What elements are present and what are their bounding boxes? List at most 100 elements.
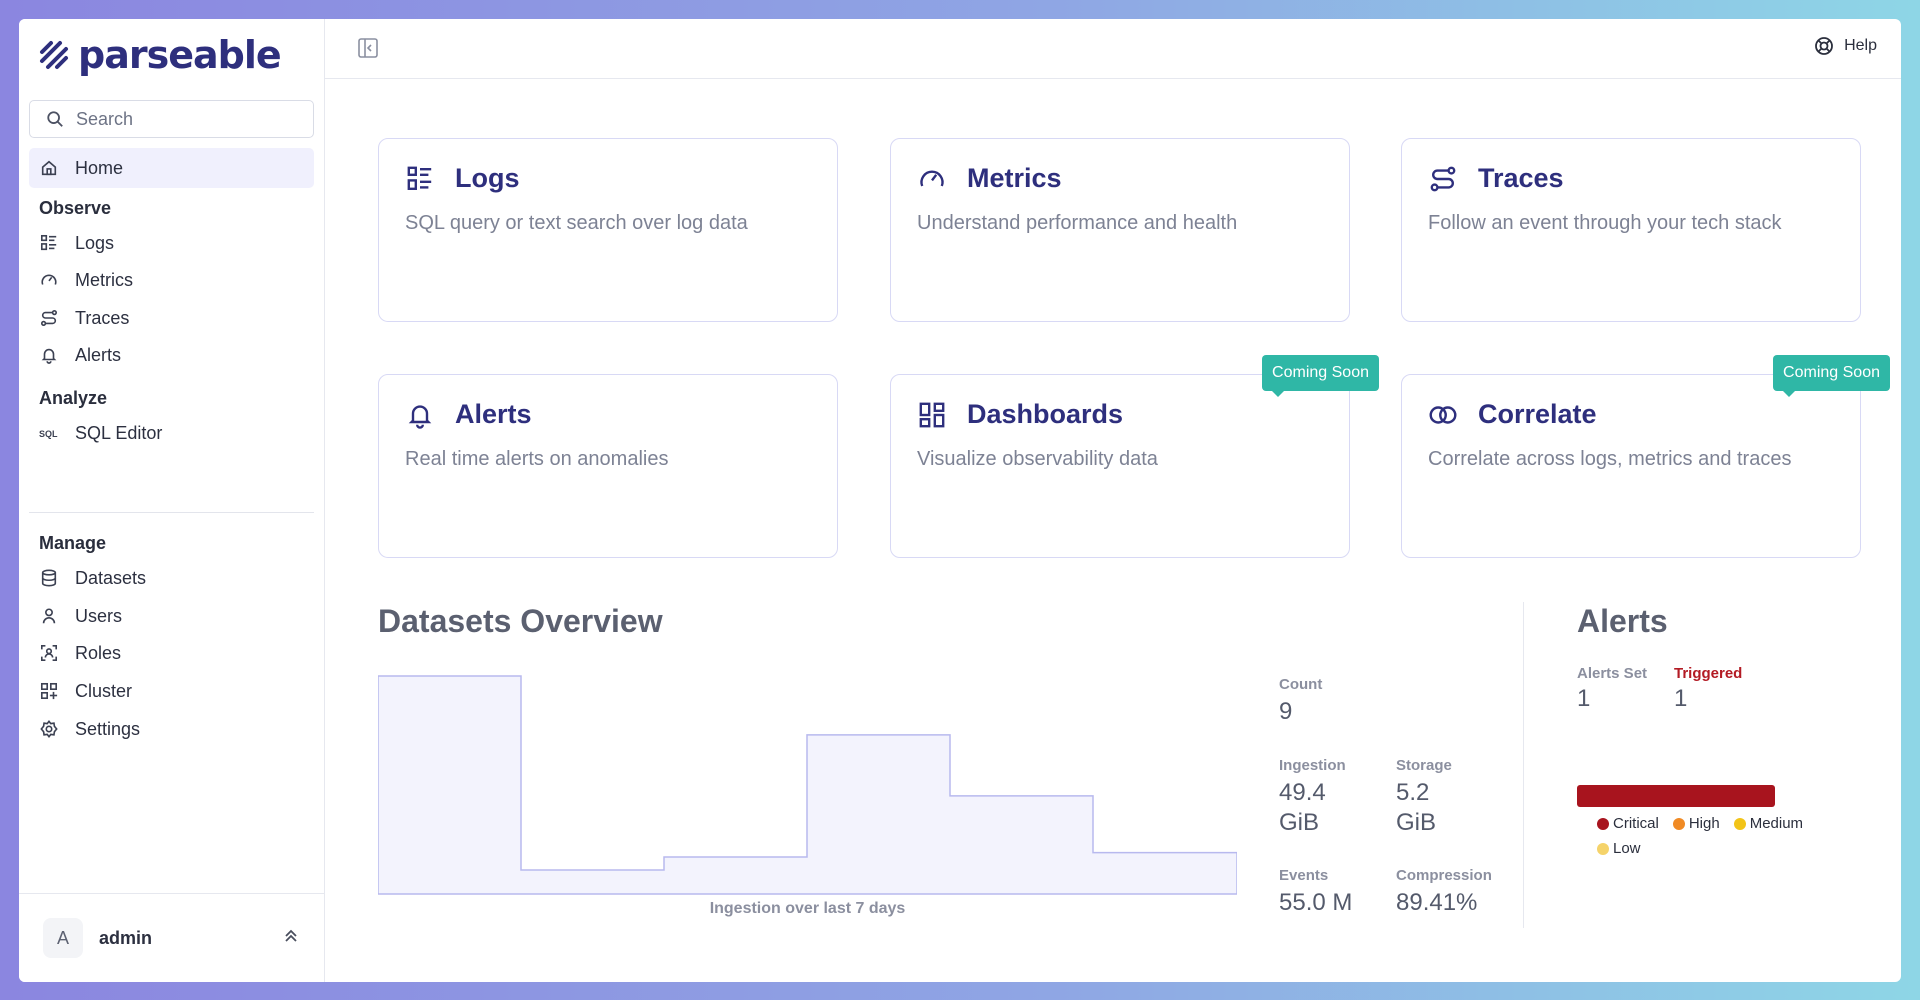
legend-item-critical: Critical: [1597, 815, 1659, 832]
sidebar-item-roles[interactable]: Roles: [29, 633, 314, 673]
sidebar-item-datasets[interactable]: Datasets: [29, 558, 314, 598]
app-window: parseable Home Observe Logs Metrics: [19, 19, 1901, 982]
card-title: Traces: [1478, 163, 1564, 193]
stat-value: 49.4 GiB: [1279, 779, 1326, 836]
stat-label: Storage: [1396, 757, 1452, 774]
sidebar-collapse-icon[interactable]: [357, 37, 379, 59]
ingestion-step-4: [807, 735, 950, 894]
svg-text:SQL: SQL: [39, 429, 58, 439]
bell-icon: [405, 400, 435, 430]
stat-label: Compression: [1396, 867, 1492, 884]
logs-icon: [39, 233, 59, 253]
stat-label: Events: [1279, 867, 1329, 884]
sidebar: parseable Home Observe Logs Metrics: [19, 19, 325, 982]
section-manage: Manage: [39, 533, 107, 553]
user-menu[interactable]: A admin: [19, 893, 325, 982]
ingestion-step-6: [1093, 853, 1237, 894]
alerts-overview-title: Alerts: [1577, 603, 1668, 639]
role-icon: [39, 643, 59, 663]
card-description: Understand performance and health: [917, 212, 1238, 234]
card-alerts[interactable]: Alerts Real time alerts on anomalies: [378, 374, 838, 558]
brand-logo[interactable]: parseable: [38, 33, 282, 77]
card-description: Visualize observability data: [917, 448, 1158, 470]
coming-soon-badge: Coming Soon: [1262, 355, 1379, 397]
legend-item-low: Low: [1597, 840, 1641, 857]
stat-value: 55.0 M: [1279, 889, 1353, 916]
chart-caption: Ingestion over last 7 days: [709, 900, 906, 917]
top-bar: Help: [325, 19, 1901, 79]
stat-label: Count: [1279, 676, 1323, 693]
avatar: A: [43, 918, 83, 958]
card-dashboards[interactable]: Coming Soon Dashboards Visualize observa…: [890, 355, 1379, 558]
card-description: SQL query or text search over log data: [405, 212, 748, 234]
sidebar-item-users[interactable]: Users: [29, 596, 314, 636]
stat-value: 89.41%: [1396, 889, 1478, 916]
home-icon: [39, 158, 59, 178]
alert-severity-bar: [1577, 785, 1775, 807]
sidebar-item-label: Home: [75, 157, 124, 178]
sidebar-item-label: SQL Editor: [75, 422, 163, 443]
card-title: Metrics: [967, 163, 1062, 193]
ingestion-step-1: [378, 676, 521, 894]
stat-ingestion: Ingestion 49.4 GiB: [1279, 757, 1359, 838]
sidebar-item-label: Settings: [75, 718, 141, 739]
sidebar-search[interactable]: [29, 100, 314, 138]
sidebar-item-label: Roles: [75, 642, 122, 663]
sidebar-item-label: Cluster: [75, 680, 133, 701]
cluster-icon: [39, 681, 59, 701]
route-icon: [39, 308, 59, 328]
help-button[interactable]: Help: [1814, 36, 1877, 56]
datasets-overview-title: Datasets Overview: [378, 603, 663, 639]
card-correlate[interactable]: Coming Soon Correlate Correlate across l…: [1401, 355, 1890, 558]
ingestion-step-3: [664, 857, 807, 894]
sidebar-item-metrics[interactable]: Metrics: [29, 260, 314, 300]
sidebar-item-alerts[interactable]: Alerts: [29, 335, 314, 375]
stat-label: Ingestion: [1279, 757, 1346, 774]
legend-item-medium: Medium: [1733, 815, 1803, 832]
database-icon: [39, 568, 59, 588]
sidebar-item-label: Traces: [75, 307, 130, 328]
sql-icon: SQL: [39, 423, 59, 443]
card-description: Follow an event through your tech stack: [1428, 212, 1782, 234]
stat-triggered: Triggered 1: [1674, 665, 1742, 714]
card-title: Alerts: [455, 399, 532, 429]
sidebar-divider: [29, 512, 314, 513]
gauge-icon: [39, 270, 59, 290]
sidebar-item-home[interactable]: Home: [29, 148, 314, 188]
coming-soon-badge: Coming Soon: [1773, 355, 1890, 397]
logs-icon: [405, 164, 435, 194]
card-metrics[interactable]: Metrics Understand performance and healt…: [890, 138, 1350, 322]
ingestion-chart: [378, 675, 1237, 895]
sidebar-item-label: Logs: [75, 232, 115, 253]
lifebuoy-icon: [1815, 37, 1833, 55]
sidebar-item-traces[interactable]: Traces: [29, 298, 314, 338]
card-description: Correlate across logs, metrics and trace…: [1428, 448, 1792, 470]
dashboard-icon: [917, 400, 947, 430]
sidebar-item-label: Metrics: [75, 269, 133, 290]
card-title: Dashboards: [967, 399, 1124, 429]
sidebar-item-label: Alerts: [75, 344, 122, 365]
legend-item-high: High: [1672, 815, 1720, 832]
stat-value: 1: [1577, 685, 1591, 712]
stat-label: Triggered: [1674, 665, 1743, 682]
search-input[interactable]: [76, 108, 296, 130]
sidebar-item-settings[interactable]: Settings: [29, 709, 314, 749]
sidebar-item-sql-editor[interactable]: SQL SQL Editor: [29, 413, 314, 453]
chevrons-up-icon[interactable]: [283, 928, 299, 949]
stat-count: Count 9: [1279, 676, 1322, 727]
card-logs[interactable]: Logs SQL query or text search over log d…: [378, 138, 838, 322]
severity-legend: Critical High Medium Low: [1597, 815, 1827, 857]
parseable-logo-icon: [40, 41, 68, 69]
sidebar-item-cluster[interactable]: Cluster: [29, 671, 314, 711]
card-title: Logs: [455, 163, 520, 193]
stat-storage: Storage 5.2 GiB: [1396, 757, 1476, 838]
bell-icon: [39, 345, 59, 365]
card-traces[interactable]: Traces Follow an event through your tech…: [1401, 138, 1861, 322]
stat-compression: Compression 89.41%: [1396, 867, 1492, 918]
section-divider: [1523, 602, 1524, 928]
user-icon: [39, 606, 59, 626]
ingestion-step-2: [521, 870, 664, 894]
main-content: Help Logs SQL query or text search over …: [325, 19, 1901, 982]
sidebar-item-logs[interactable]: Logs: [29, 223, 314, 263]
link-circles-icon: [1428, 400, 1458, 430]
